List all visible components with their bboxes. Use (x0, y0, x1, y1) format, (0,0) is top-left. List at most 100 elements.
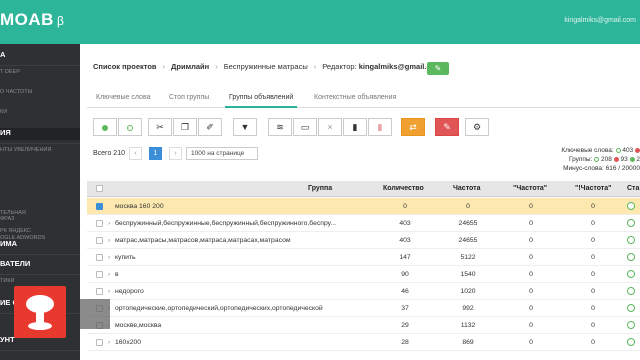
breadcrumb-projects[interactable]: Список проектов (93, 62, 157, 71)
tab-ad-groups[interactable]: Группы объявлений (229, 94, 293, 101)
edit-button[interactable]: ✎ (427, 62, 449, 75)
brush-button[interactable]: ✐ (198, 118, 222, 136)
select-all-checkbox[interactable] (96, 185, 103, 192)
status-circle-icon[interactable] (627, 287, 635, 295)
eraser-button[interactable]: ✎ (435, 118, 459, 136)
breadcrumb: Список проектов › Дримлайн › Беспружинные ма… (93, 62, 442, 71)
red-dot-icon (613, 156, 619, 162)
table-header: Группа Количество Частота "Частота" "!Ча… (87, 181, 640, 197)
minus-words-label: Минус-слова: (563, 165, 604, 172)
sidebar-item[interactable]: НТЫ УВЕЛИЧЕНИЯ (0, 147, 80, 155)
table-row[interactable]: › матрас,матрасы,матрасов,матраса,матраса… (87, 232, 640, 249)
sidebar-divider (0, 254, 80, 255)
orange-action-button[interactable]: ⇄ (401, 118, 425, 136)
frequency-value: 24655 (458, 237, 478, 244)
empty-circle-icon (615, 147, 621, 153)
sidebar-item[interactable]: ИМА (0, 239, 80, 251)
filter-button[interactable]: ▼ (233, 118, 257, 136)
gear-icon: ⚙ (472, 122, 482, 132)
cut-button[interactable]: ✂ (148, 118, 172, 136)
status-circle-icon[interactable] (627, 321, 635, 329)
col-status[interactable]: Ста (627, 185, 639, 192)
col-exact-frequency[interactable]: "!Частота" (575, 185, 611, 192)
settings-button[interactable]: ⚙ (465, 118, 489, 136)
row-checkbox[interactable] (96, 339, 103, 346)
filter-icon: ▼ (240, 122, 250, 132)
mark-empty-button[interactable] (118, 118, 142, 136)
sidebar-item[interactable]: О ЧАСТОТЫ (0, 89, 80, 97)
group-name: в (115, 271, 119, 278)
row-checkbox[interactable] (96, 254, 103, 261)
status-circle-icon[interactable] (627, 270, 635, 278)
table-row[interactable]: ›москве,москва29113200 (87, 317, 640, 334)
sidebar-item[interactable]: Т DEEP (0, 69, 80, 77)
delete-disabled-button[interactable]: ▮ (368, 118, 392, 136)
table-row[interactable]: › беспружинный,беспружинные,беспружинный,… (87, 215, 640, 232)
layers-button[interactable]: ≋ (268, 118, 292, 136)
user-email[interactable]: kingalmiks@gmail.com (564, 17, 636, 24)
eraser-icon: ✎ (443, 122, 451, 132)
sidebar-item[interactable]: ФРАЗ (0, 216, 80, 224)
tab-context-ads[interactable]: Контекстные объявления (314, 94, 396, 101)
count-value: 403 (399, 237, 411, 244)
prev-page-button[interactable]: ‹ (129, 147, 142, 160)
table-row[interactable]: › 160x200 28 869 0 0 (87, 334, 640, 351)
status-circle-icon[interactable] (627, 304, 635, 312)
frequency-value: 1540 (460, 271, 476, 278)
groups-value-empty: 208 (601, 156, 612, 163)
table-row[interactable]: ›ортопедические,ортопедический,ортопедич… (87, 300, 640, 317)
page-1-button[interactable]: 1 (149, 147, 162, 160)
status-circle-icon[interactable] (627, 219, 635, 227)
keywords-value: 403 (622, 147, 634, 154)
table-row[interactable]: › купить 147 5122 0 0 (87, 249, 640, 266)
status-circle-icon[interactable] (627, 253, 635, 261)
table-row[interactable]: › недорого 46 1020 0 0 (87, 283, 640, 300)
col-frequency[interactable]: Частота (453, 185, 480, 192)
tab-stop-groups[interactable]: Стоп группы (169, 94, 209, 101)
brand-logo[interactable]: MOAB β (0, 10, 64, 30)
sidebar-item[interactable]: А (0, 50, 80, 62)
folder-open-icon: ▭ (300, 122, 310, 132)
copy-button[interactable]: ❐ (173, 118, 197, 136)
status-circle-icon[interactable] (627, 236, 635, 244)
row-checkbox[interactable] (96, 203, 103, 210)
row-checkbox[interactable] (96, 288, 103, 295)
quoted-frequency-value: 0 (529, 322, 533, 329)
col-quoted-frequency[interactable]: "Частота" (513, 185, 547, 192)
remove-button[interactable]: × (318, 118, 342, 136)
frequency-value: 1020 (460, 288, 476, 295)
sidebar-item[interactable]: ВАТЕЛИ (0, 259, 80, 271)
next-page-button[interactable]: › (169, 147, 182, 160)
mark-green-button[interactable] (93, 118, 117, 136)
col-group[interactable]: Группа (308, 185, 332, 192)
per-page-select[interactable]: 1000 на странице (186, 147, 258, 160)
total-count: Всего 210 (93, 150, 125, 157)
tab-keywords[interactable]: Ключевые слова (96, 94, 150, 101)
row-checkbox[interactable] (96, 271, 103, 278)
row-checkbox[interactable] (96, 220, 103, 227)
editor-label: Редактор: (322, 62, 357, 71)
exact-frequency-value: 0 (591, 322, 595, 329)
sidebar-item[interactable]: ИЯ (0, 128, 80, 140)
col-count[interactable]: Количество (383, 185, 424, 192)
groups-value-green: 2 (636, 156, 640, 163)
sidebar-item[interactable]: ТИКИ (0, 278, 80, 286)
exact-frequency-value: 0 (591, 288, 595, 295)
brush-icon: ✐ (206, 122, 214, 132)
quoted-frequency-value: 0 (529, 254, 533, 261)
layers-icon: ≋ (276, 122, 284, 132)
quoted-frequency-value: 0 (529, 305, 533, 312)
sidebar-item[interactable]: КИ (0, 109, 80, 117)
delete-button[interactable]: ▮ (343, 118, 367, 136)
status-circle-icon[interactable] (627, 202, 635, 210)
status-circle-icon[interactable] (627, 338, 635, 346)
folder-button[interactable]: ▭ (293, 118, 317, 136)
breadcrumb-project[interactable]: Дримлайн (171, 62, 209, 71)
exact-frequency-value: 0 (591, 203, 595, 210)
row-checkbox[interactable] (96, 237, 103, 244)
table-row[interactable]: › в 90 1540 0 0 (87, 266, 640, 283)
quoted-frequency-value: 0 (529, 220, 533, 227)
table-row[interactable]: москва 160 200 0 0 0 0 (87, 198, 640, 215)
group-name: матрас,матрасы,матрасов,матраса,матрасах… (115, 237, 291, 244)
count-value: 37 (401, 305, 409, 312)
